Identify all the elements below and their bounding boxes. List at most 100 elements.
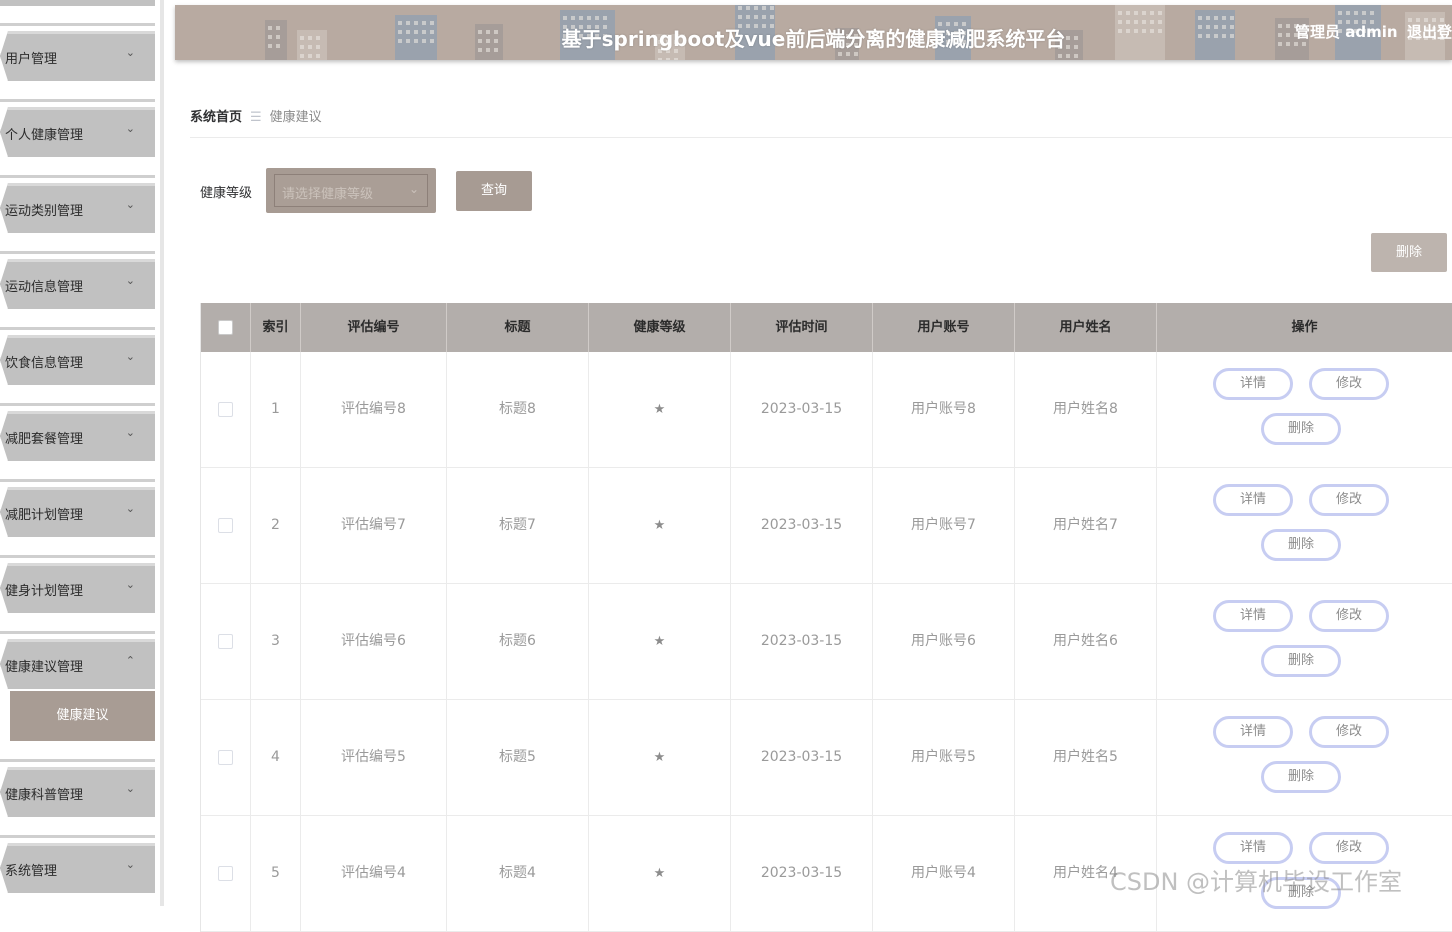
sidebar-item-label: 运动信息管理: [5, 280, 84, 295]
skyline-window: [1066, 54, 1070, 58]
skyline-window: [1206, 16, 1210, 20]
sidebar-item-label: 用户管理: [5, 52, 58, 67]
code-cell: 评估编号7: [301, 468, 447, 583]
health-level-cell: ★: [589, 700, 731, 815]
sidebar-item-5[interactable]: 饮食信息管理 ⌄: [0, 335, 155, 385]
skyline-window: [1074, 54, 1078, 58]
column-header: 健康等级: [589, 303, 731, 352]
detail-button[interactable]: 详情: [1213, 484, 1293, 516]
row-select-cell: [201, 352, 251, 467]
sidebar-item-6[interactable]: 减肥套餐管理 ⌄: [0, 411, 155, 461]
detail-button[interactable]: 详情: [1213, 832, 1293, 864]
chevron-down-icon: ⌄: [125, 426, 135, 439]
detail-button[interactable]: 详情: [1213, 368, 1293, 400]
skyline-window: [746, 6, 750, 10]
skyline-window: [1370, 11, 1374, 15]
row-select-cell: [201, 468, 251, 583]
chevron-down-icon: ⌄: [125, 198, 135, 211]
edit-button[interactable]: 修改: [1309, 832, 1389, 864]
skyline-window: [1354, 11, 1358, 15]
health-advice-table: 索引 评估编号 标题 健康等级 评估时间 用户账号 用户姓名 操作 1 评估编号8 标题8 ★ 202…: [200, 303, 1452, 932]
select-all-cell: [201, 303, 251, 352]
sidebar-subitem-health-advice[interactable]: 健康建议: [10, 691, 155, 741]
skyline-window: [1230, 16, 1234, 20]
health-level-select[interactable]: 请选择健康等级 ⌄: [266, 168, 436, 213]
sidebar-item-label: 系统管理: [5, 864, 58, 879]
breadcrumb-home[interactable]: 系统首页: [190, 110, 242, 125]
detail-button[interactable]: 详情: [1213, 600, 1293, 632]
query-button[interactable]: 查询: [456, 171, 532, 211]
row-checkbox[interactable]: [218, 401, 233, 417]
delete-button[interactable]: 删除: [1261, 761, 1341, 793]
edit-button[interactable]: 修改: [1309, 368, 1389, 400]
skyline-window: [316, 54, 320, 58]
column-header: 用户账号: [873, 303, 1015, 352]
health-level-select-box[interactable]: 请选择健康等级 ⌄: [274, 174, 428, 207]
batch-delete-button[interactable]: 删除: [1371, 233, 1447, 272]
edit-button[interactable]: 修改: [1309, 484, 1389, 516]
name-cell: 用户姓名6: [1015, 584, 1157, 699]
select-all-checkbox[interactable]: [218, 320, 233, 335]
table-row: 2 评估编号7 标题7 ★ 2023-03-15 用户账号7 用户姓名7 详情 修改 删除: [201, 468, 1452, 584]
column-header: 评估时间: [731, 303, 873, 352]
skyline-window: [1134, 11, 1138, 15]
health-level-cell: ★: [589, 816, 731, 931]
row-checkbox[interactable]: [218, 633, 233, 649]
sidebar-item-4[interactable]: 运动信息管理 ⌄: [0, 259, 155, 309]
sidebar-item-separator: [0, 99, 155, 102]
title-cell: 标题4: [447, 816, 589, 931]
skyline-window: [1118, 11, 1122, 15]
chevron-down-icon: ⌄: [125, 46, 135, 59]
delete-button[interactable]: 删除: [1261, 529, 1341, 561]
skyline-window: [1142, 11, 1146, 15]
sidebar-item-2[interactable]: 个人健康管理 ⌄: [0, 107, 155, 157]
table-header-row: 索引 评估编号 标题 健康等级 评估时间 用户账号 用户姓名 操作: [201, 303, 1452, 352]
watermark: CSDN @计算机毕设工作室: [1110, 868, 1403, 896]
sidebar-item-9[interactable]: 健康建议管理 ⌃: [0, 639, 155, 689]
actions-cell: 详情 修改删除: [1157, 584, 1452, 699]
sidebar-item-label: 减肥计划管理: [5, 508, 84, 523]
skyline-window: [846, 52, 850, 56]
delete-button[interactable]: 删除: [1261, 645, 1341, 677]
skyline-window: [754, 15, 758, 19]
sidebar-item-7[interactable]: 减肥计划管理 ⌄: [0, 487, 155, 537]
index-cell: 3: [251, 584, 301, 699]
health-level-cell: ★: [589, 352, 731, 467]
sidebar-item-3[interactable]: 运动类别管理 ⌄: [0, 183, 155, 233]
skyline-window: [838, 52, 842, 56]
health-level-select-placeholder: 请选择健康等级: [282, 187, 374, 202]
actions-cell: 详情 修改删除: [1157, 468, 1452, 583]
delete-button[interactable]: 删除: [1261, 413, 1341, 445]
account-cell: 用户账号6: [873, 584, 1015, 699]
skyline-window: [1346, 11, 1350, 15]
sidebar-item-1[interactable]: 用户管理 ⌄: [0, 31, 155, 81]
skyline-window: [1150, 11, 1154, 15]
chevron-down-icon: ⌄: [125, 858, 135, 871]
table-body: 1 评估编号8 标题8 ★ 2023-03-15 用户账号8 用户姓名8 详情 修改 删除 2 评估编…: [201, 352, 1452, 932]
breadcrumb-divider: [190, 137, 1452, 138]
code-cell: 评估编号8: [301, 352, 447, 467]
sidebar-item-11[interactable]: 系统管理 ⌄: [0, 843, 155, 893]
breadcrumb-current: 健康建议: [269, 110, 322, 125]
sidebar-item-10[interactable]: 健康科普管理 ⌄: [0, 767, 155, 817]
chevron-down-icon: ⌄: [408, 182, 419, 196]
logout-link[interactable]: 退出登: [1407, 21, 1452, 42]
top-header: 基于springboot及vue前后端分离的健康减肥系统平台 管理员 admin…: [175, 5, 1452, 60]
table-row: 4 评估编号5 标题5 ★ 2023-03-15 用户账号5 用户姓名5 详情 修改 删除: [201, 700, 1452, 816]
detail-button[interactable]: 详情: [1213, 716, 1293, 748]
row-checkbox[interactable]: [218, 865, 233, 881]
sidebar-item-separator: [0, 327, 155, 330]
health-level-cell: ★: [589, 584, 731, 699]
skyline-window: [1158, 11, 1162, 15]
sidebar-item-label: 个人健康管理: [5, 128, 84, 143]
sidebar-item-8[interactable]: 健身计划管理 ⌄: [0, 563, 155, 613]
chevron-down-icon: ⌄: [125, 578, 135, 591]
row-checkbox[interactable]: [218, 517, 233, 533]
edit-button[interactable]: 修改: [1309, 716, 1389, 748]
row-checkbox[interactable]: [218, 749, 233, 765]
sidebar-item-label: 健身计划管理: [5, 584, 84, 599]
skyline-window: [658, 58, 662, 60]
edit-button[interactable]: 修改: [1309, 600, 1389, 632]
index-cell: 5: [251, 816, 301, 931]
skyline-window: [674, 58, 678, 60]
